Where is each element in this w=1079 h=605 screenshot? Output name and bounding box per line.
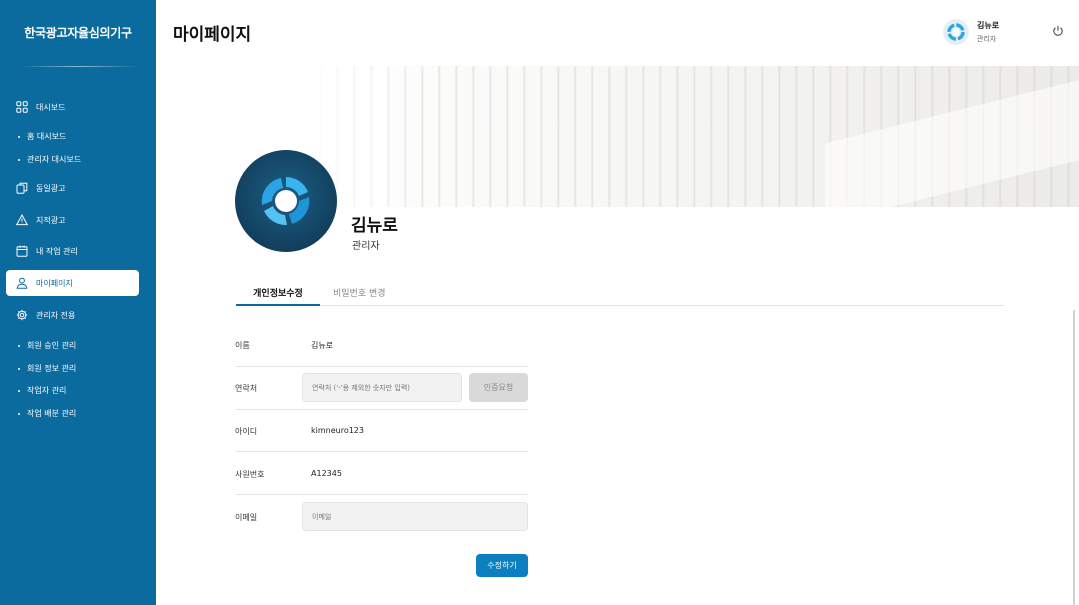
sidebar-subitem-worker-management[interactable]: 작업자 관리 — [18, 385, 66, 396]
bullet-icon — [18, 135, 20, 138]
sidebar-item-label: 내 작업 관리 — [36, 246, 78, 256]
bullet-icon — [18, 158, 20, 161]
sidebar-item-flagged-ads[interactable]: 지적광고 — [6, 207, 139, 233]
tab-divider — [236, 305, 1004, 306]
bullet-icon — [18, 412, 20, 415]
bullet-icon — [18, 367, 20, 370]
grid-icon — [16, 101, 28, 113]
gear-icon — [16, 309, 28, 321]
sidebar-subitem-home-dashboard[interactable]: 홈 대시보드 — [18, 131, 66, 142]
employee-number-label: 사원번호 — [235, 470, 265, 479]
sidebar-subitem-task-distribution[interactable]: 작업 배분 관리 — [18, 408, 76, 419]
sidebar-subitem-admin-dashboard[interactable]: 관리자 대시보드 — [18, 154, 81, 165]
sidebar-item-label: 대시보드 — [36, 102, 66, 112]
profile-name: 김뉴로 — [351, 216, 398, 236]
sidebar-item-mypage[interactable]: 마이페이지 — [6, 270, 139, 296]
bullet-icon — [18, 344, 20, 347]
header-user-name: 김뉴로 — [977, 21, 1000, 30]
sidebar-item-admin[interactable]: 관리자 전용 — [6, 302, 139, 328]
brand-name: 한국광고자율심의기구 — [24, 26, 132, 40]
name-value: 김뉴로 — [311, 341, 334, 350]
profile-avatar — [235, 150, 337, 252]
tab-active-indicator — [236, 304, 320, 306]
sidebar-subitem-label: 홈 대시보드 — [27, 132, 67, 141]
copy-icon — [16, 182, 28, 194]
tab-password-change[interactable]: 비밀번호 변경 — [333, 286, 386, 299]
profile-banner — [305, 66, 1079, 207]
banner-decoration — [825, 68, 1079, 207]
avatar[interactable] — [943, 19, 969, 45]
calendar-icon — [16, 245, 28, 257]
profile-role: 관리자 — [352, 241, 380, 252]
sidebar-subitem-member-info[interactable]: 회원 정보 관리 — [18, 363, 76, 374]
verify-button[interactable]: 인증요청 — [469, 373, 528, 402]
bullet-icon — [18, 389, 20, 392]
id-value: kimneuro123 — [311, 426, 364, 435]
phone-input[interactable] — [302, 373, 462, 402]
sidebar-item-dashboard[interactable]: 대시보드 — [6, 94, 139, 120]
brand-divider — [18, 66, 140, 67]
sidebar-subitem-label: 회원 승인 관리 — [27, 341, 77, 350]
phone-label: 연락처 — [235, 384, 258, 393]
sidebar-item-label: 마이페이지 — [36, 278, 73, 288]
scrollbar[interactable] — [1073, 310, 1075, 605]
sidebar-subitem-label: 작업 배분 관리 — [27, 409, 77, 418]
sidebar-item-same-ads[interactable]: 동일광고 — [6, 175, 139, 201]
name-label: 이름 — [235, 341, 250, 350]
user-icon — [16, 277, 28, 289]
sidebar-subitem-member-approval[interactable]: 회원 승인 관리 — [18, 340, 76, 351]
sidebar-item-label: 관리자 전용 — [36, 310, 76, 320]
row-divider — [235, 494, 528, 495]
submit-button[interactable]: 수정하기 — [476, 554, 528, 577]
row-divider — [235, 366, 528, 367]
header-user-role: 관리자 — [977, 35, 997, 43]
employee-number-value: A12345 — [311, 469, 342, 478]
sidebar-item-my-tasks[interactable]: 내 작업 관리 — [6, 238, 139, 264]
sidebar: 한국광고자율심의기구 대시보드 홈 대시보드 관리자 대시보드 동일광고 지적광… — [0, 0, 156, 605]
sidebar-item-label: 동일광고 — [36, 183, 66, 193]
page-title: 마이페이지 — [173, 25, 252, 45]
email-label: 이메일 — [235, 513, 258, 522]
logo-icon — [947, 23, 965, 41]
sidebar-subitem-label: 작업자 관리 — [27, 386, 67, 395]
sidebar-subitem-label: 관리자 대시보드 — [27, 155, 82, 164]
power-icon[interactable] — [1052, 25, 1064, 37]
sidebar-item-label: 지적광고 — [36, 215, 66, 225]
logo-icon — [261, 177, 310, 226]
row-divider — [235, 451, 528, 452]
warning-icon — [16, 214, 28, 226]
row-divider — [235, 409, 528, 410]
tab-personal-info[interactable]: 개인정보수정 — [236, 286, 320, 299]
id-label: 아이디 — [235, 427, 258, 436]
email-input[interactable] — [302, 502, 528, 531]
sidebar-subitem-label: 회원 정보 관리 — [27, 364, 77, 373]
